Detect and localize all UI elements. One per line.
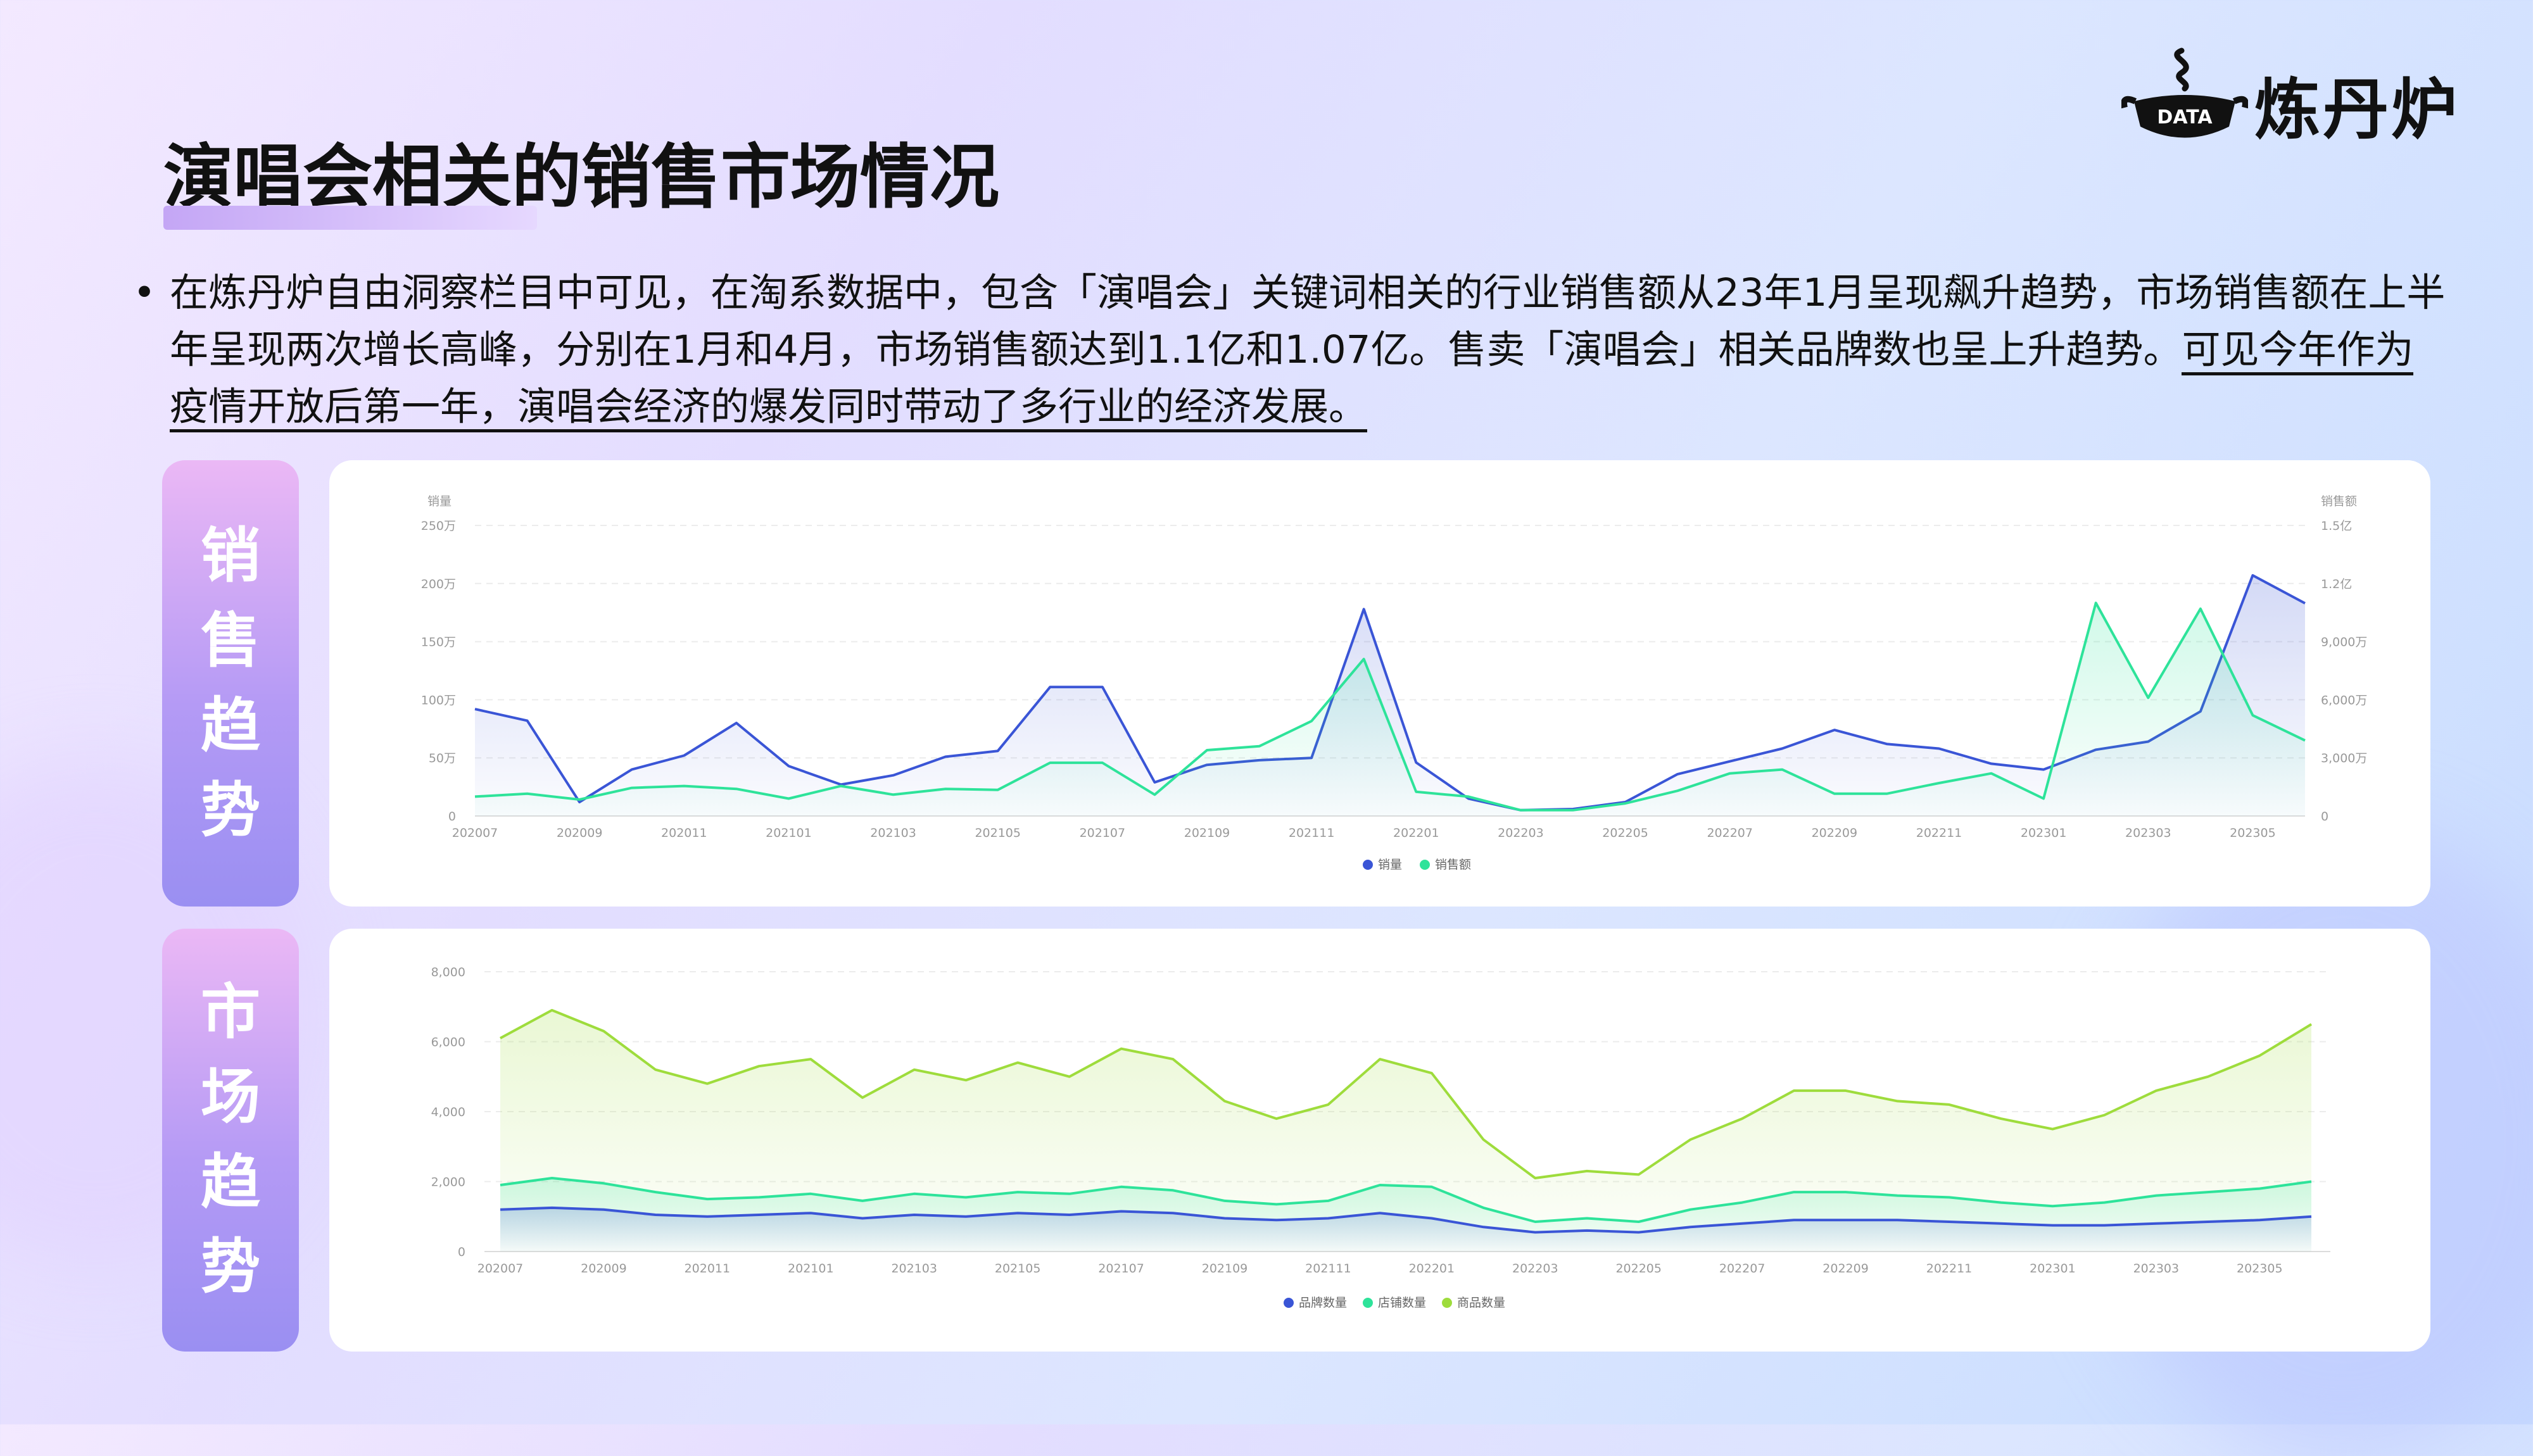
x-tick-label: 202105: [995, 1262, 1041, 1276]
x-tick-label: 202011: [685, 1262, 731, 1276]
legend-marker: [1284, 1298, 1294, 1308]
legend-marker: [1442, 1298, 1452, 1308]
y-right-axis-title: 销售额: [2321, 494, 2357, 508]
y-left-tick-label: 50万: [429, 751, 456, 765]
x-tick-label: 202203: [1512, 1262, 1558, 1276]
y-left-tick-label: 200万: [421, 577, 456, 591]
section-label-char: 销: [200, 521, 260, 591]
y-tick-label: 0: [458, 1245, 465, 1259]
sales-trend-chart: 0 0 50万 3,000万 100万 6,000万 150万 9,000万 200万 1.2亿 2…: [421, 494, 2368, 872]
y-tick-label: 6,000: [431, 1036, 465, 1050]
legend-label: 销售额: [1435, 858, 1471, 872]
y-left-tick-label: 0: [448, 810, 456, 824]
x-tick-label: 202303: [2133, 1262, 2180, 1276]
x-tick-label: 202103: [891, 1262, 937, 1276]
x-tick-label: 202209: [1822, 1262, 1869, 1276]
market-trend-chart: 0 2,000 4,000 6,000 8,000 202007 202009 202011 2…: [431, 965, 2330, 1310]
x-tick-label: 202203: [1498, 826, 1544, 840]
title-underline-decoration: [163, 206, 537, 230]
x-tick-label: 202007: [452, 826, 498, 840]
legend-label: 品牌数量: [1299, 1296, 1347, 1310]
y-right-tick-label: 0: [2321, 810, 2328, 824]
y-left-tick-label: 150万: [421, 636, 456, 650]
section-label-market-trend: 市 场 趋 势: [162, 929, 299, 1352]
y-tick-label: 8,000: [431, 965, 465, 979]
x-tick-label: 202011: [661, 826, 707, 840]
x-tick-label: 202305: [2230, 826, 2276, 840]
market-trend-chart-card: 0 2,000 4,000 6,000 8,000 202007 202009 202011 2…: [329, 929, 2430, 1352]
x-tick-label: 202111: [1289, 826, 1335, 840]
brand-logo: DATA 炼丹炉: [2121, 44, 2476, 152]
x-tick-label: 202111: [1305, 1262, 1351, 1276]
section-label-char: 势: [200, 775, 260, 845]
x-tick-label: 202107: [1098, 1262, 1144, 1276]
x-tick-label: 202007: [477, 1262, 524, 1276]
x-tick-label: 202305: [2237, 1262, 2283, 1276]
x-tick-label: 202201: [1409, 1262, 1455, 1276]
x-tick-label: 202207: [1719, 1262, 1766, 1276]
x-tick-label: 202205: [1615, 1262, 1662, 1276]
section-label-sales-trend: 销 售 趋 势: [162, 460, 299, 907]
description-paragraph: • 在炼丹炉自由洞察栏目中可见，在淘系数据中，包含「演唱会」关键词相关的行业销售…: [133, 265, 2451, 436]
description-text: 在炼丹炉自由洞察栏目中可见，在淘系数据中，包含「演唱会」关键词相关的行业销售额从…: [170, 270, 2446, 372]
x-tick-label: 202109: [1202, 1262, 1248, 1276]
legend-label: 店铺数量: [1378, 1296, 1426, 1310]
x-tick-label: 202211: [1916, 826, 1962, 840]
x-tick-label: 202101: [766, 826, 812, 840]
section-label-char: 趋: [200, 1148, 260, 1217]
y-right-tick-label: 1.5亿: [2321, 519, 2352, 533]
y-tick-label: 4,000: [431, 1105, 465, 1119]
logo-badge: DATA: [2157, 106, 2213, 129]
x-tick-label: 202205: [1602, 826, 1648, 840]
bullet-point: •: [133, 270, 156, 315]
x-tick-label: 202107: [1080, 826, 1126, 840]
x-tick-label: 202009: [557, 826, 603, 840]
x-tick-label: 202209: [1812, 826, 1858, 840]
y-right-tick-label: 9,000万: [2321, 636, 2367, 650]
x-tick-label: 202105: [975, 826, 1021, 840]
legend-marker: [1363, 860, 1373, 870]
y-tick-label: 2,000: [431, 1176, 465, 1189]
section-label-char: 场: [200, 1063, 260, 1132]
y-left-tick-label: 250万: [421, 519, 456, 533]
y-left-axis-title: 销量: [427, 494, 452, 508]
section-label-char: 势: [200, 1233, 260, 1302]
x-tick-label: 202109: [1184, 826, 1230, 840]
x-tick-label: 202303: [2125, 826, 2171, 840]
x-tick-label: 202101: [788, 1262, 834, 1276]
y-right-tick-label: 1.2亿: [2321, 577, 2352, 591]
cauldron-icon: DATA: [2121, 47, 2249, 138]
x-tick-label: 202211: [1926, 1262, 1973, 1276]
section-label-char: 趋: [200, 691, 260, 760]
logo-text: 炼丹炉: [2254, 71, 2460, 148]
x-tick-label: 202207: [1707, 826, 1753, 840]
section-label-char: 市: [200, 978, 260, 1047]
x-tick-label: 202301: [2030, 1262, 2076, 1276]
y-right-tick-label: 3,000万: [2321, 751, 2367, 765]
y-left-tick-label: 100万: [421, 693, 456, 707]
legend-marker: [1420, 860, 1430, 870]
section-label-char: 售: [200, 606, 260, 675]
x-tick-label: 202103: [870, 826, 916, 840]
x-tick-label: 202301: [2021, 826, 2067, 840]
x-tick-label: 202201: [1393, 826, 1439, 840]
sales-trend-chart-card: 0 0 50万 3,000万 100万 6,000万 150万 9,000万 200万 1.2亿 2…: [329, 460, 2430, 907]
x-tick-label: 202009: [581, 1262, 627, 1276]
y-right-tick-label: 6,000万: [2321, 693, 2367, 707]
legend-label: 商品数量: [1457, 1296, 1505, 1310]
legend-label: 销量: [1378, 858, 1402, 872]
legend-marker: [1363, 1298, 1373, 1308]
